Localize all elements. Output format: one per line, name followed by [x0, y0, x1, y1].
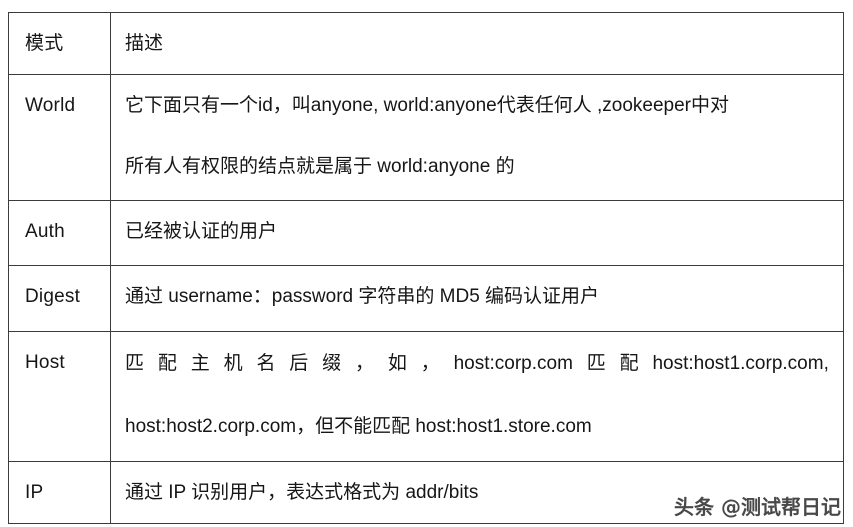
mode-label-host: Host: [25, 352, 65, 374]
cell-description-world: 它下面只有一个id，叫anyone, world:anyone代表任何人 ,zo…: [110, 74, 844, 201]
cell-mode-digest: Digest: [8, 265, 111, 332]
justified-segment: 配: [157, 353, 177, 375]
mode-label-digest: Digest: [25, 286, 81, 308]
cell-description-auth: 已经被认证的用户: [110, 200, 844, 266]
justified-segment: 缀: [322, 353, 342, 375]
cell-mode-host: Host: [8, 331, 111, 462]
document-page: 模式 描述 World 它下面只有一个id，叫anyone, world:any…: [0, 0, 853, 527]
header-cell-description: 描述: [110, 12, 844, 75]
description-line: 已经被认证的用户: [125, 221, 278, 243]
description-line-justified: 匹配主机名后缀，如， host:corp.com 匹配 host:host1.corp…: [125, 332, 833, 396]
description-line: 通过 username：password 字符串的 MD5 编码认证用户: [125, 286, 600, 308]
justified-segment: host:corp.com: [453, 353, 573, 375]
justified-segment: ，: [355, 353, 375, 375]
justified-segment: 匹: [586, 353, 606, 375]
cell-mode-world: World: [8, 74, 111, 201]
cell-mode-auth: Auth: [8, 200, 111, 266]
mode-label-auth: Auth: [25, 221, 65, 243]
justified-segment: 后: [289, 353, 309, 375]
justified-segment: 主: [190, 353, 210, 375]
table-row: Auth 已经被认证的用户: [8, 200, 844, 266]
description-line: host:host2.corp.com，但不能匹配 host:host1.sto…: [125, 415, 592, 437]
table-row: Digest 通过 username：password 字符串的 MD5 编码认…: [8, 265, 844, 332]
justified-segment: 配: [619, 353, 639, 375]
description-line: 它下面只有一个id，叫anyone, world:anyone代表任何人 ,zo…: [125, 94, 729, 116]
justified-segment: ，: [420, 353, 440, 375]
acl-modes-table: 模式 描述 World 它下面只有一个id，叫anyone, world:any…: [8, 12, 844, 524]
justified-segment: host:host1.corp.com,: [652, 353, 829, 375]
justified-segments: 匹配主机名后缀，如， host:corp.com 匹配 host:host1.corp…: [125, 351, 833, 377]
mode-label-world: World: [25, 94, 76, 116]
cell-description-host: 匹配主机名后缀，如， host:corp.com 匹配 host:host1.corp…: [110, 331, 844, 462]
mode-label-ip: IP: [25, 481, 44, 503]
cell-description-digest: 通过 username：password 字符串的 MD5 编码认证用户: [110, 265, 844, 332]
cell-mode-ip: IP: [8, 461, 111, 524]
justified-segment: 如: [387, 353, 407, 375]
header-cell-mode: 模式: [8, 12, 111, 75]
justified-segment: 名: [256, 353, 276, 375]
header-label-description: 描述: [125, 32, 164, 54]
header-label-mode: 模式: [25, 32, 64, 54]
justified-segment: 机: [223, 353, 243, 375]
description-line: 所有人有权限的结点就是属于 world:anyone 的: [125, 155, 515, 177]
justified-segment: 匹: [125, 353, 145, 375]
table-row: World 它下面只有一个id，叫anyone, world:anyone代表任…: [8, 74, 844, 201]
table-header-row: 模式 描述: [8, 12, 844, 75]
table-row: Host 匹配主机名后缀，如， host:corp.com 匹配 host:host1…: [8, 331, 844, 462]
watermark: 头条 @测试帮日记: [674, 495, 841, 519]
